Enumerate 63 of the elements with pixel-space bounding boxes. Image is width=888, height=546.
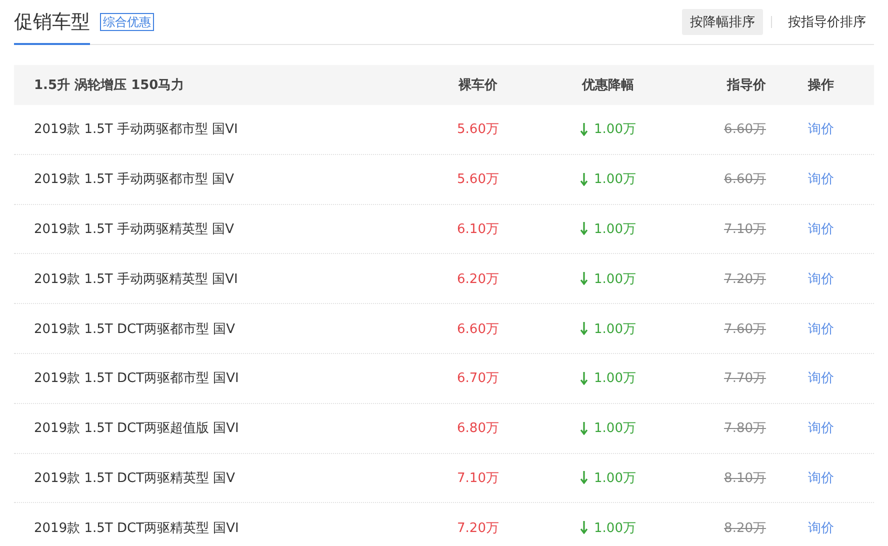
column-header: 指导价 [726, 77, 767, 94]
price-text: 6.80万 [457, 421, 499, 436]
down-arrow-icon [580, 521, 588, 534]
inquiry-link[interactable]: 询价 [808, 371, 834, 386]
discount-text: 1.00万 [594, 220, 636, 238]
down-arrow-icon [580, 372, 588, 385]
price-text: 6.70万 [457, 371, 499, 386]
guide-price-text: 7.60万 [724, 322, 766, 337]
down-arrow-icon [580, 122, 588, 136]
discount-text: 1.00万 [594, 520, 636, 537]
inquiry-link[interactable]: 询价 [808, 470, 834, 486]
inquiry-link[interactable]: 询价 [808, 122, 834, 138]
discount-text: 1.00万 [594, 320, 636, 338]
discount-text: 1.00万 [594, 370, 636, 388]
inquiry-link[interactable]: 询价 [808, 272, 834, 287]
column-header: 优惠降幅 [580, 77, 635, 94]
guide-price-text: 7.10万 [724, 222, 766, 237]
down-arrow-icon [580, 272, 588, 286]
price-text: 6.60万 [457, 322, 499, 337]
inquiry-link[interactable]: 询价 [808, 520, 834, 536]
column-header: 裸车价 [457, 76, 498, 94]
inquiry-link[interactable]: 询价 [808, 222, 834, 237]
discount-text: 1.00万 [594, 121, 636, 138]
model-name: 2019款 1.5T DCT两驱都市型 国V [33, 320, 236, 338]
sort-button[interactable]: 按指导价排序 [780, 9, 874, 35]
price-text: 5.60万 [457, 122, 499, 138]
price-text: 5.60万 [457, 172, 499, 188]
guide-price-text: 7.70万 [724, 371, 766, 386]
down-arrow-icon [580, 222, 588, 236]
inquiry-link[interactable]: 询价 [808, 322, 834, 337]
guide-price-text: 7.80万 [724, 421, 766, 436]
sort-button[interactable]: 按降幅排序 [682, 9, 763, 35]
column-header: 操作 [806, 77, 835, 94]
section-title: 促销车型 [14, 0, 90, 44]
inquiry-link[interactable]: 询价 [808, 421, 834, 436]
model-name: 2019款 1.5T 手动两驱都市型 国VI [33, 121, 239, 138]
down-arrow-icon [580, 422, 588, 435]
guide-price-text: 6.60万 [724, 122, 766, 138]
model-name: 2019款 1.5T DCT两驱精英型 国VI [33, 520, 240, 537]
discount-text: 1.00万 [594, 171, 636, 188]
down-arrow-icon [580, 172, 588, 186]
price-text: 7.10万 [457, 470, 499, 486]
model-name: 2019款 1.5T DCT两驱超值版 国VI [33, 420, 240, 438]
model-name: 2019款 1.5T 手动两驱精英型 国VI [33, 270, 239, 288]
discount-text: 1.00万 [594, 470, 636, 487]
model-name: 2019款 1.5T 手动两驱精英型 国V [33, 220, 235, 238]
down-arrow-icon [580, 322, 588, 336]
discount-text: 1.00万 [594, 270, 636, 288]
guide-price-text: 6.60万 [724, 172, 766, 188]
inquiry-link[interactable]: 询价 [808, 172, 834, 188]
guide-price-text: 7.20万 [724, 272, 766, 287]
column-header: 1.5升 涡轮增压 150马力 [33, 77, 186, 94]
discount-text: 1.00万 [594, 420, 636, 438]
price-text: 6.10万 [457, 222, 499, 237]
discount-tag: 综合优惠 [100, 13, 154, 31]
down-arrow-icon [580, 471, 588, 484]
model-name: 2019款 1.5T DCT两驱精英型 国V [33, 470, 236, 487]
model-name: 2019款 1.5T DCT两驱都市型 国VI [33, 370, 240, 388]
guide-price-text: 8.20万 [724, 520, 766, 536]
guide-price-text: 8.10万 [724, 470, 766, 486]
price-text: 7.20万 [457, 520, 499, 536]
price-text: 6.20万 [457, 272, 499, 287]
model-name: 2019款 1.5T 手动两驱都市型 国V [33, 171, 235, 188]
